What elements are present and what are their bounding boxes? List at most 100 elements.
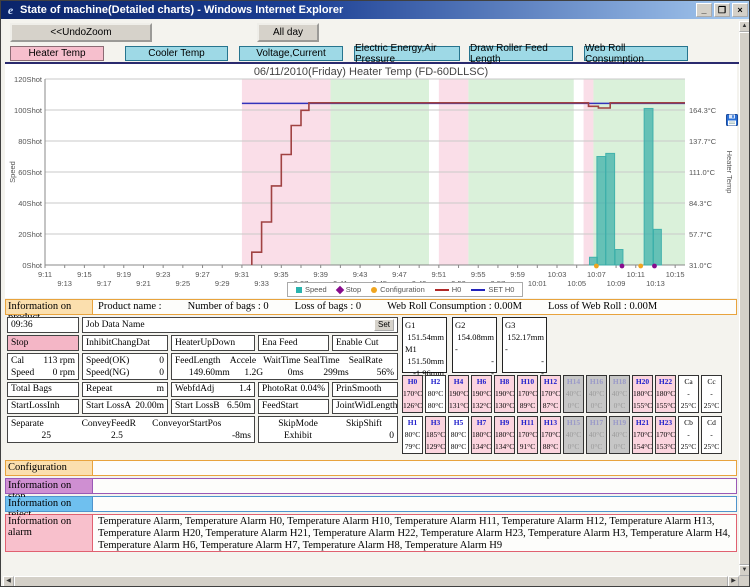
svg-text:10:05: 10:05 bbox=[567, 279, 586, 288]
svg-text:10:03: 10:03 bbox=[548, 270, 567, 279]
heater-cell-h2: H280°C80°C bbox=[425, 375, 446, 413]
heater-cell-h1: H180°C79°C bbox=[402, 416, 423, 454]
page-content: <<UndoZoom All day Heater Temp Cooler Tem… bbox=[3, 19, 739, 576]
scroll-right-icon[interactable]: ▶ bbox=[728, 576, 739, 587]
undo-zoom-button[interactable]: <<UndoZoom bbox=[10, 23, 152, 42]
heater-cell-h20: H20180°C155°C bbox=[632, 375, 653, 413]
conveyor-box: SeparateConveyFeedRConveyorStartPos 252.… bbox=[7, 416, 255, 443]
svg-text:9:47: 9:47 bbox=[392, 270, 407, 279]
horizontal-scroll-thumb[interactable] bbox=[14, 576, 728, 587]
tab-electric-energy-air-pressure[interactable]: Electric Energy,Air Pressure bbox=[354, 46, 460, 61]
configuration-row: Configuration bbox=[5, 460, 737, 476]
svg-text:31.0°C: 31.0°C bbox=[689, 261, 713, 270]
svg-text:9:31: 9:31 bbox=[235, 270, 250, 279]
feed-params-headers: FeedLengthAcceleWaitTimeSealTimeSealRate bbox=[175, 355, 394, 367]
tab-voltage-current[interactable]: Voltage,Current bbox=[239, 46, 343, 61]
chart-title: 06/11/2010(Friday) Heater Temp (FD-60DLL… bbox=[5, 64, 737, 77]
heater-cell-h13: H13170°C88°C bbox=[540, 416, 561, 454]
svg-text:9:17: 9:17 bbox=[97, 279, 112, 288]
heater-cell-h19: H1940°C0°C bbox=[609, 416, 630, 454]
heater-cell-cb: Cb-25°C bbox=[678, 416, 699, 454]
chart-plot: 0Shot31.0°C20Shot57.7°C40Shot84.3°C60Sho… bbox=[5, 77, 737, 291]
heater-temp-chart: 06/11/2010(Friday) Heater Temp (FD-60DLL… bbox=[5, 64, 737, 298]
vertical-scrollbar[interactable]: ▲ ▼ bbox=[739, 21, 750, 576]
heater-cell-h9: H9180°C134°C bbox=[494, 416, 515, 454]
tab-draw-roller-feed-length[interactable]: Draw Roller Feed Length bbox=[469, 46, 573, 61]
heater-cell-h0: H0170°C126°C bbox=[402, 375, 423, 413]
svg-text:Heater Temp: Heater Temp bbox=[725, 151, 734, 194]
horizontal-scrollbar[interactable]: ◀ ▶ bbox=[3, 576, 739, 587]
heater-cell-h12: H12170°C87°C bbox=[540, 375, 561, 413]
repeat-field: Repeatm bbox=[82, 382, 168, 397]
heater-cell-h5: H580°C80°C bbox=[448, 416, 469, 454]
product-info-field: Product name : bbox=[98, 301, 162, 312]
svg-text:9:51: 9:51 bbox=[432, 270, 447, 279]
svg-text:10:15: 10:15 bbox=[666, 270, 685, 279]
status-form: 09:36 Job Data Name Set Stop InhibitChan… bbox=[7, 317, 398, 443]
legend-swatch-icon bbox=[371, 287, 377, 293]
ena-feed-field: Ena Feed bbox=[258, 335, 329, 351]
inhibit-chang-dat-field: InhibitChangDat bbox=[82, 335, 168, 351]
svg-text:10:07: 10:07 bbox=[587, 270, 606, 279]
scroll-left-icon[interactable]: ◀ bbox=[3, 576, 14, 587]
heater-temperature-grid: H0170°C126°CH280°C80°CH4190°C131°CH6190°… bbox=[402, 375, 722, 454]
svg-text:57.7°C: 57.7°C bbox=[689, 230, 713, 239]
heater-cell-h15: H1540°C0°C bbox=[563, 416, 584, 454]
feedstart-field: FeedStart bbox=[258, 399, 329, 414]
information-on-product-label: Information on product bbox=[6, 300, 93, 314]
feed-params-box: FeedLengthAcceleWaitTimeSealTimeSealRate… bbox=[171, 353, 398, 380]
product-info-content: Product name : Number of bags : 0 Loss of … bbox=[93, 300, 736, 314]
vertical-scroll-thumb[interactable] bbox=[739, 32, 750, 565]
svg-text:120Shot: 120Shot bbox=[14, 77, 43, 84]
machine-status-field: Stop bbox=[7, 335, 79, 351]
product-info-field: Loss of bags : 0 bbox=[295, 301, 362, 312]
svg-text:9:23: 9:23 bbox=[156, 270, 171, 279]
svg-text:60Shot: 60Shot bbox=[18, 168, 43, 177]
svg-text:9:27: 9:27 bbox=[195, 270, 210, 279]
machine-status-panel: 09:36 Job Data Name Set Stop InhibitChan… bbox=[5, 317, 737, 457]
tab-bar: Heater Temp Cooler Temp Voltage,Current Ele… bbox=[5, 46, 739, 61]
svg-text:137.7°C: 137.7°C bbox=[689, 137, 717, 146]
svg-text:9:19: 9:19 bbox=[116, 270, 131, 279]
svg-text:9:29: 9:29 bbox=[215, 279, 230, 288]
svg-text:10:09: 10:09 bbox=[607, 279, 626, 288]
heater-cell-h22: H22180°C155°C bbox=[655, 375, 676, 413]
g-box-g1: G1151.54mmM1151.50mm-1.96mm bbox=[402, 317, 447, 373]
svg-text:111.0°C: 111.0°C bbox=[689, 168, 716, 177]
heater-cell-h18: H1840°C0°C bbox=[609, 375, 630, 413]
tab-cooler-temp[interactable]: Cooler Temp bbox=[125, 46, 228, 61]
svg-text:80Shot: 80Shot bbox=[18, 137, 43, 146]
all-day-button[interactable]: All day bbox=[257, 23, 319, 42]
jointwid-field: JointWidLengthx4 bbox=[332, 399, 398, 414]
tab-heater-temp[interactable]: Heater Temp bbox=[10, 46, 104, 61]
scroll-down-icon[interactable]: ▼ bbox=[739, 565, 750, 576]
information-on-alarm-label: Information on alarm bbox=[6, 515, 93, 551]
tab-web-roll-consumption[interactable]: Web Roll Consumption bbox=[584, 46, 688, 61]
configuration-label: Configuration bbox=[6, 461, 93, 475]
scroll-up-icon[interactable]: ▲ bbox=[739, 21, 750, 32]
information-on-stop-row: Information on stop bbox=[5, 478, 737, 494]
restore-button[interactable]: ❐ bbox=[714, 3, 730, 17]
save-icon[interactable] bbox=[726, 114, 738, 126]
heater-cell-cc: Cc-25°C bbox=[701, 375, 722, 413]
svg-text:0Shot: 0Shot bbox=[22, 261, 43, 270]
heater-cell-h7: H7180°C134°C bbox=[471, 416, 492, 454]
speed-label: Speed bbox=[11, 367, 34, 379]
feed-params-values: 149.60mm1.2G0ms299ms56% bbox=[175, 367, 394, 379]
g-measure-boxes: G1151.54mmM1151.50mm-1.96mmG2154.08mm---… bbox=[402, 317, 547, 373]
svg-text:9:35: 9:35 bbox=[274, 270, 289, 279]
minimize-button[interactable]: _ bbox=[696, 3, 712, 17]
window-title: State of machine(Detailed charts) - Wind… bbox=[20, 4, 694, 16]
svg-text:9:33: 9:33 bbox=[254, 279, 269, 288]
svg-text:9:43: 9:43 bbox=[353, 270, 368, 279]
heater-cell-h17: H1740°C0°C bbox=[586, 416, 607, 454]
close-button[interactable]: × bbox=[732, 3, 748, 17]
svg-text:9:11: 9:11 bbox=[38, 270, 52, 279]
speed-ng-value: 0 bbox=[159, 367, 164, 379]
svg-text:100Shot: 100Shot bbox=[14, 106, 43, 115]
set-button[interactable]: Set bbox=[374, 319, 394, 331]
product-info-field: Number of bags : 0 bbox=[188, 301, 269, 312]
svg-text:84.3°C: 84.3°C bbox=[689, 199, 713, 208]
current-time-field: 09:36 bbox=[7, 317, 79, 333]
alarm-content: Temperature Alarm, Temperature Alarm H0,… bbox=[93, 515, 736, 551]
